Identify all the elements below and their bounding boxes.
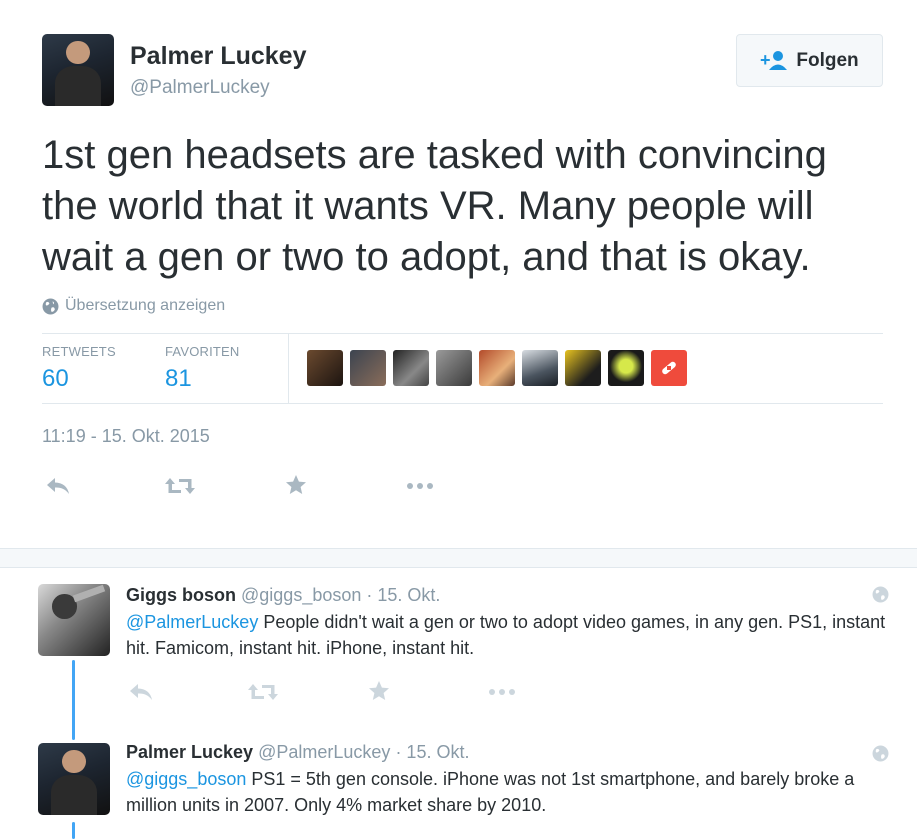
retweets-label: RETWEETS (42, 344, 116, 359)
add-user-icon: + (760, 50, 788, 70)
reply-author-avatar[interactable] (38, 743, 110, 815)
reply-date[interactable]: · 15. Okt. (395, 742, 469, 762)
follow-label: Folgen (796, 49, 859, 71)
reply-author-avatar[interactable] (38, 584, 110, 656)
favorite-icon (369, 681, 389, 700)
reply-text: @PalmerLuckey People didn't wait a gen o… (126, 609, 886, 661)
favoriter-avatar[interactable] (307, 350, 343, 386)
author-name[interactable]: Palmer Luckey (130, 42, 307, 71)
reply-icon (47, 478, 69, 494)
globe-icon (872, 745, 889, 762)
reply-button[interactable] (127, 680, 155, 704)
reply-text: @giggs_boson PS1 = 5th gen console. iPho… (126, 766, 886, 818)
favorite-button[interactable] (282, 473, 310, 497)
replies-separator (0, 548, 917, 568)
favoriter-avatar[interactable] (393, 350, 429, 386)
favoriter-avatar[interactable] (565, 350, 601, 386)
stats-bottom-divider (42, 403, 883, 404)
favoriters-avatars (307, 350, 687, 386)
thread-connector (72, 822, 75, 839)
favorite-button[interactable] (365, 679, 393, 703)
stats-top-divider (42, 333, 883, 334)
more-button[interactable] (487, 680, 517, 704)
favorite-stat[interactable]: FAVORITEN 81 (165, 344, 240, 393)
reply-author-handle[interactable]: @PalmerLuckey (258, 742, 390, 762)
translate-label: Übersetzung anzeigen (65, 297, 226, 314)
tweet-timestamp[interactable]: 11:19 - 15. Okt. 2015 (42, 426, 210, 447)
retweets-count: 60 (42, 365, 69, 392)
favoriter-avatar[interactable] (522, 350, 558, 386)
favoriter-avatar[interactable] (350, 350, 386, 386)
favoriter-avatar[interactable] (479, 350, 515, 386)
author-handle[interactable]: @PalmerLuckey (130, 77, 270, 99)
author-avatar[interactable] (42, 34, 114, 106)
retweet-button[interactable] (247, 680, 279, 704)
reply-button[interactable] (44, 474, 72, 498)
svg-text:+: + (760, 50, 771, 70)
reply-mention-link[interactable]: @PalmerLuckey (126, 612, 258, 632)
reply-header: Palmer Luckey @PalmerLuckey · 15. Okt. (126, 742, 469, 763)
favorites-count: 81 (165, 365, 192, 392)
globe-icon (42, 298, 59, 314)
favoriter-avatar[interactable] (651, 350, 687, 386)
retweet-icon (165, 478, 195, 494)
reply-mention-link[interactable]: @giggs_boson (126, 769, 246, 789)
favorites-label: FAVORITEN (165, 344, 240, 359)
thread-connector (72, 660, 75, 740)
app-logo-icon (662, 361, 676, 375)
retweet-stat[interactable]: RETWEETS 60 (42, 344, 116, 393)
more-icon (407, 483, 433, 489)
reply-date[interactable]: · 15. Okt. (366, 585, 440, 605)
translate-link[interactable]: Übersetzung anzeigen (42, 297, 225, 315)
reply-header: Giggs boson @giggs_boson · 15. Okt. (126, 585, 440, 606)
stats-vertical-divider (288, 334, 289, 404)
tweet-text: 1st gen headsets are tasked with convinc… (42, 133, 827, 279)
retweet-button[interactable] (164, 474, 196, 498)
follow-button[interactable]: + Folgen (736, 34, 883, 87)
reply-author-handle[interactable]: @giggs_boson (241, 585, 361, 605)
more-icon (489, 689, 515, 695)
favoriter-avatar[interactable] (608, 350, 644, 386)
reply-author-name[interactable]: Palmer Luckey (126, 742, 253, 762)
globe-icon (872, 586, 889, 603)
more-button[interactable] (405, 474, 435, 498)
reply-icon (130, 684, 152, 700)
favorite-icon (286, 475, 306, 494)
retweet-icon (248, 684, 278, 700)
favoriter-avatar[interactable] (436, 350, 472, 386)
reply-author-name[interactable]: Giggs boson (126, 585, 236, 605)
